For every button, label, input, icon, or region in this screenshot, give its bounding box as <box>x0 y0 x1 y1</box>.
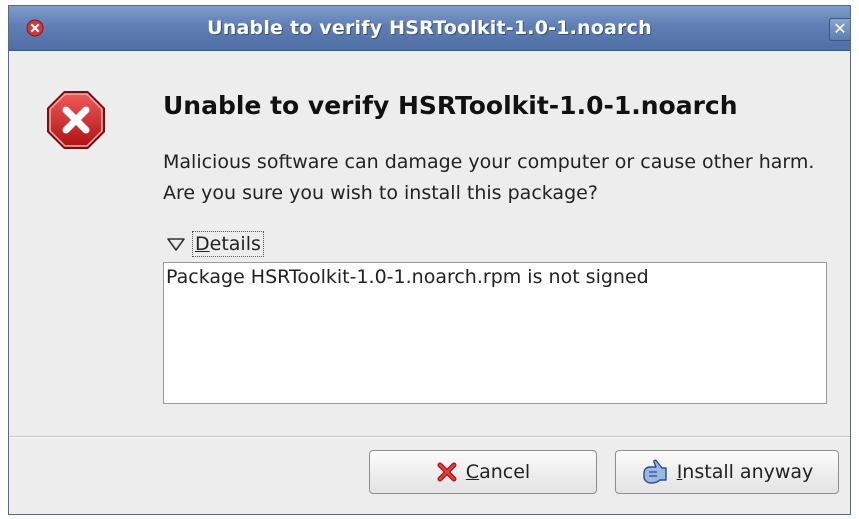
title-bar[interactable]: Unable to verify HSRToolkit-1.0-1.noarch… <box>9 6 850 51</box>
details-expander[interactable]: Details <box>166 227 264 261</box>
details-text-area[interactable]: Package HSRToolkit-1.0-1.noarch.rpm is n… <box>163 262 827 404</box>
install-hand-icon <box>642 459 667 484</box>
install-anyway-button[interactable]: Install anyway <box>615 450 839 494</box>
dialog-message: Malicious software can damage your compu… <box>163 151 815 204</box>
details-label[interactable]: Details <box>192 231 264 257</box>
cancel-button[interactable]: Cancel <box>369 450 597 494</box>
install-label: nstall anyway <box>682 461 814 483</box>
details-label-mnemonic: D <box>195 233 210 255</box>
window-title: Unable to verify HSRToolkit-1.0-1.noarch <box>207 17 652 39</box>
error-stop-icon <box>47 91 105 149</box>
cancel-x-icon <box>437 462 457 482</box>
details-text: Package HSRToolkit-1.0-1.noarch.rpm is n… <box>166 266 649 288</box>
cancel-label: ancel <box>479 461 531 483</box>
details-label-rest: etails <box>209 233 261 255</box>
expander-arrow-down-icon <box>167 238 185 251</box>
close-button[interactable]: ✕ <box>829 18 850 41</box>
dialog-heading: Unable to verify HSRToolkit-1.0-1.noarch <box>163 91 738 120</box>
cancel-mnemonic: C <box>465 461 480 483</box>
dialog-window: Unable to verify HSRToolkit-1.0-1.noarch… <box>8 5 851 515</box>
button-separator <box>9 436 850 438</box>
